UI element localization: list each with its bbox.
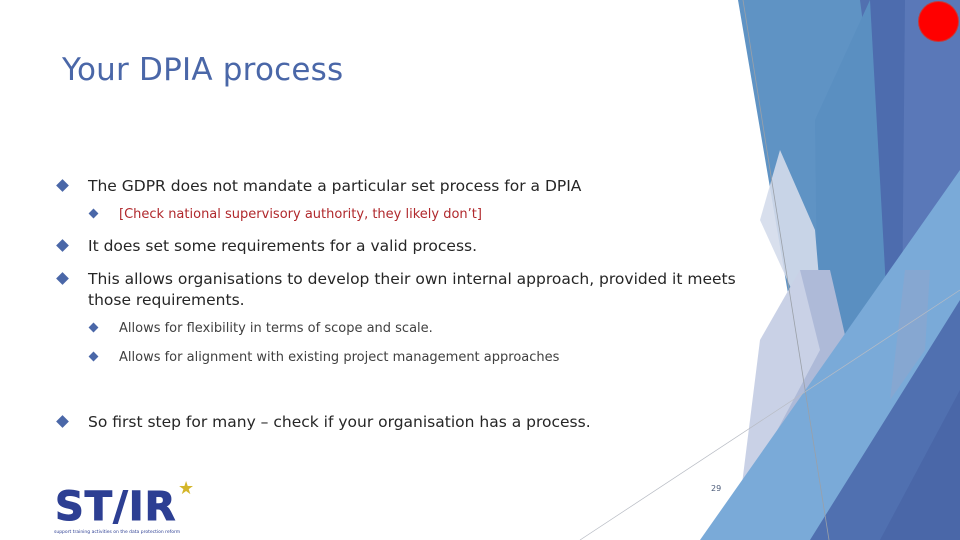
slide-title: Your DPIA process xyxy=(62,52,344,88)
star-icon: ★ xyxy=(178,478,195,499)
page-number: 29 xyxy=(711,484,722,493)
sub-bullet-text: Allows for alignment with existing proje… xyxy=(119,350,560,365)
bullet-text: So first step for many – check if your o… xyxy=(88,413,591,431)
slide: Your DPIA process The GDPR does not mand… xyxy=(0,0,960,540)
bullet-text: It does set some requirements for a vali… xyxy=(88,237,478,255)
logo-tagline: support training activities on the data … xyxy=(54,530,181,535)
bullet-text: This allows organisations to develop the… xyxy=(88,270,736,309)
sub-bullet-text: Allows for flexibility in terms of scope… xyxy=(119,321,433,336)
sub-bullet-text: [Check national supervisory authority, t… xyxy=(119,207,482,222)
record-indicator-icon[interactable] xyxy=(919,2,958,41)
star-logo: ST/IR ★ support training activities on t… xyxy=(52,478,202,540)
logo-wordmark: ST/IR xyxy=(54,484,177,531)
bullet-text: The GDPR does not mandate a particular s… xyxy=(88,177,582,195)
